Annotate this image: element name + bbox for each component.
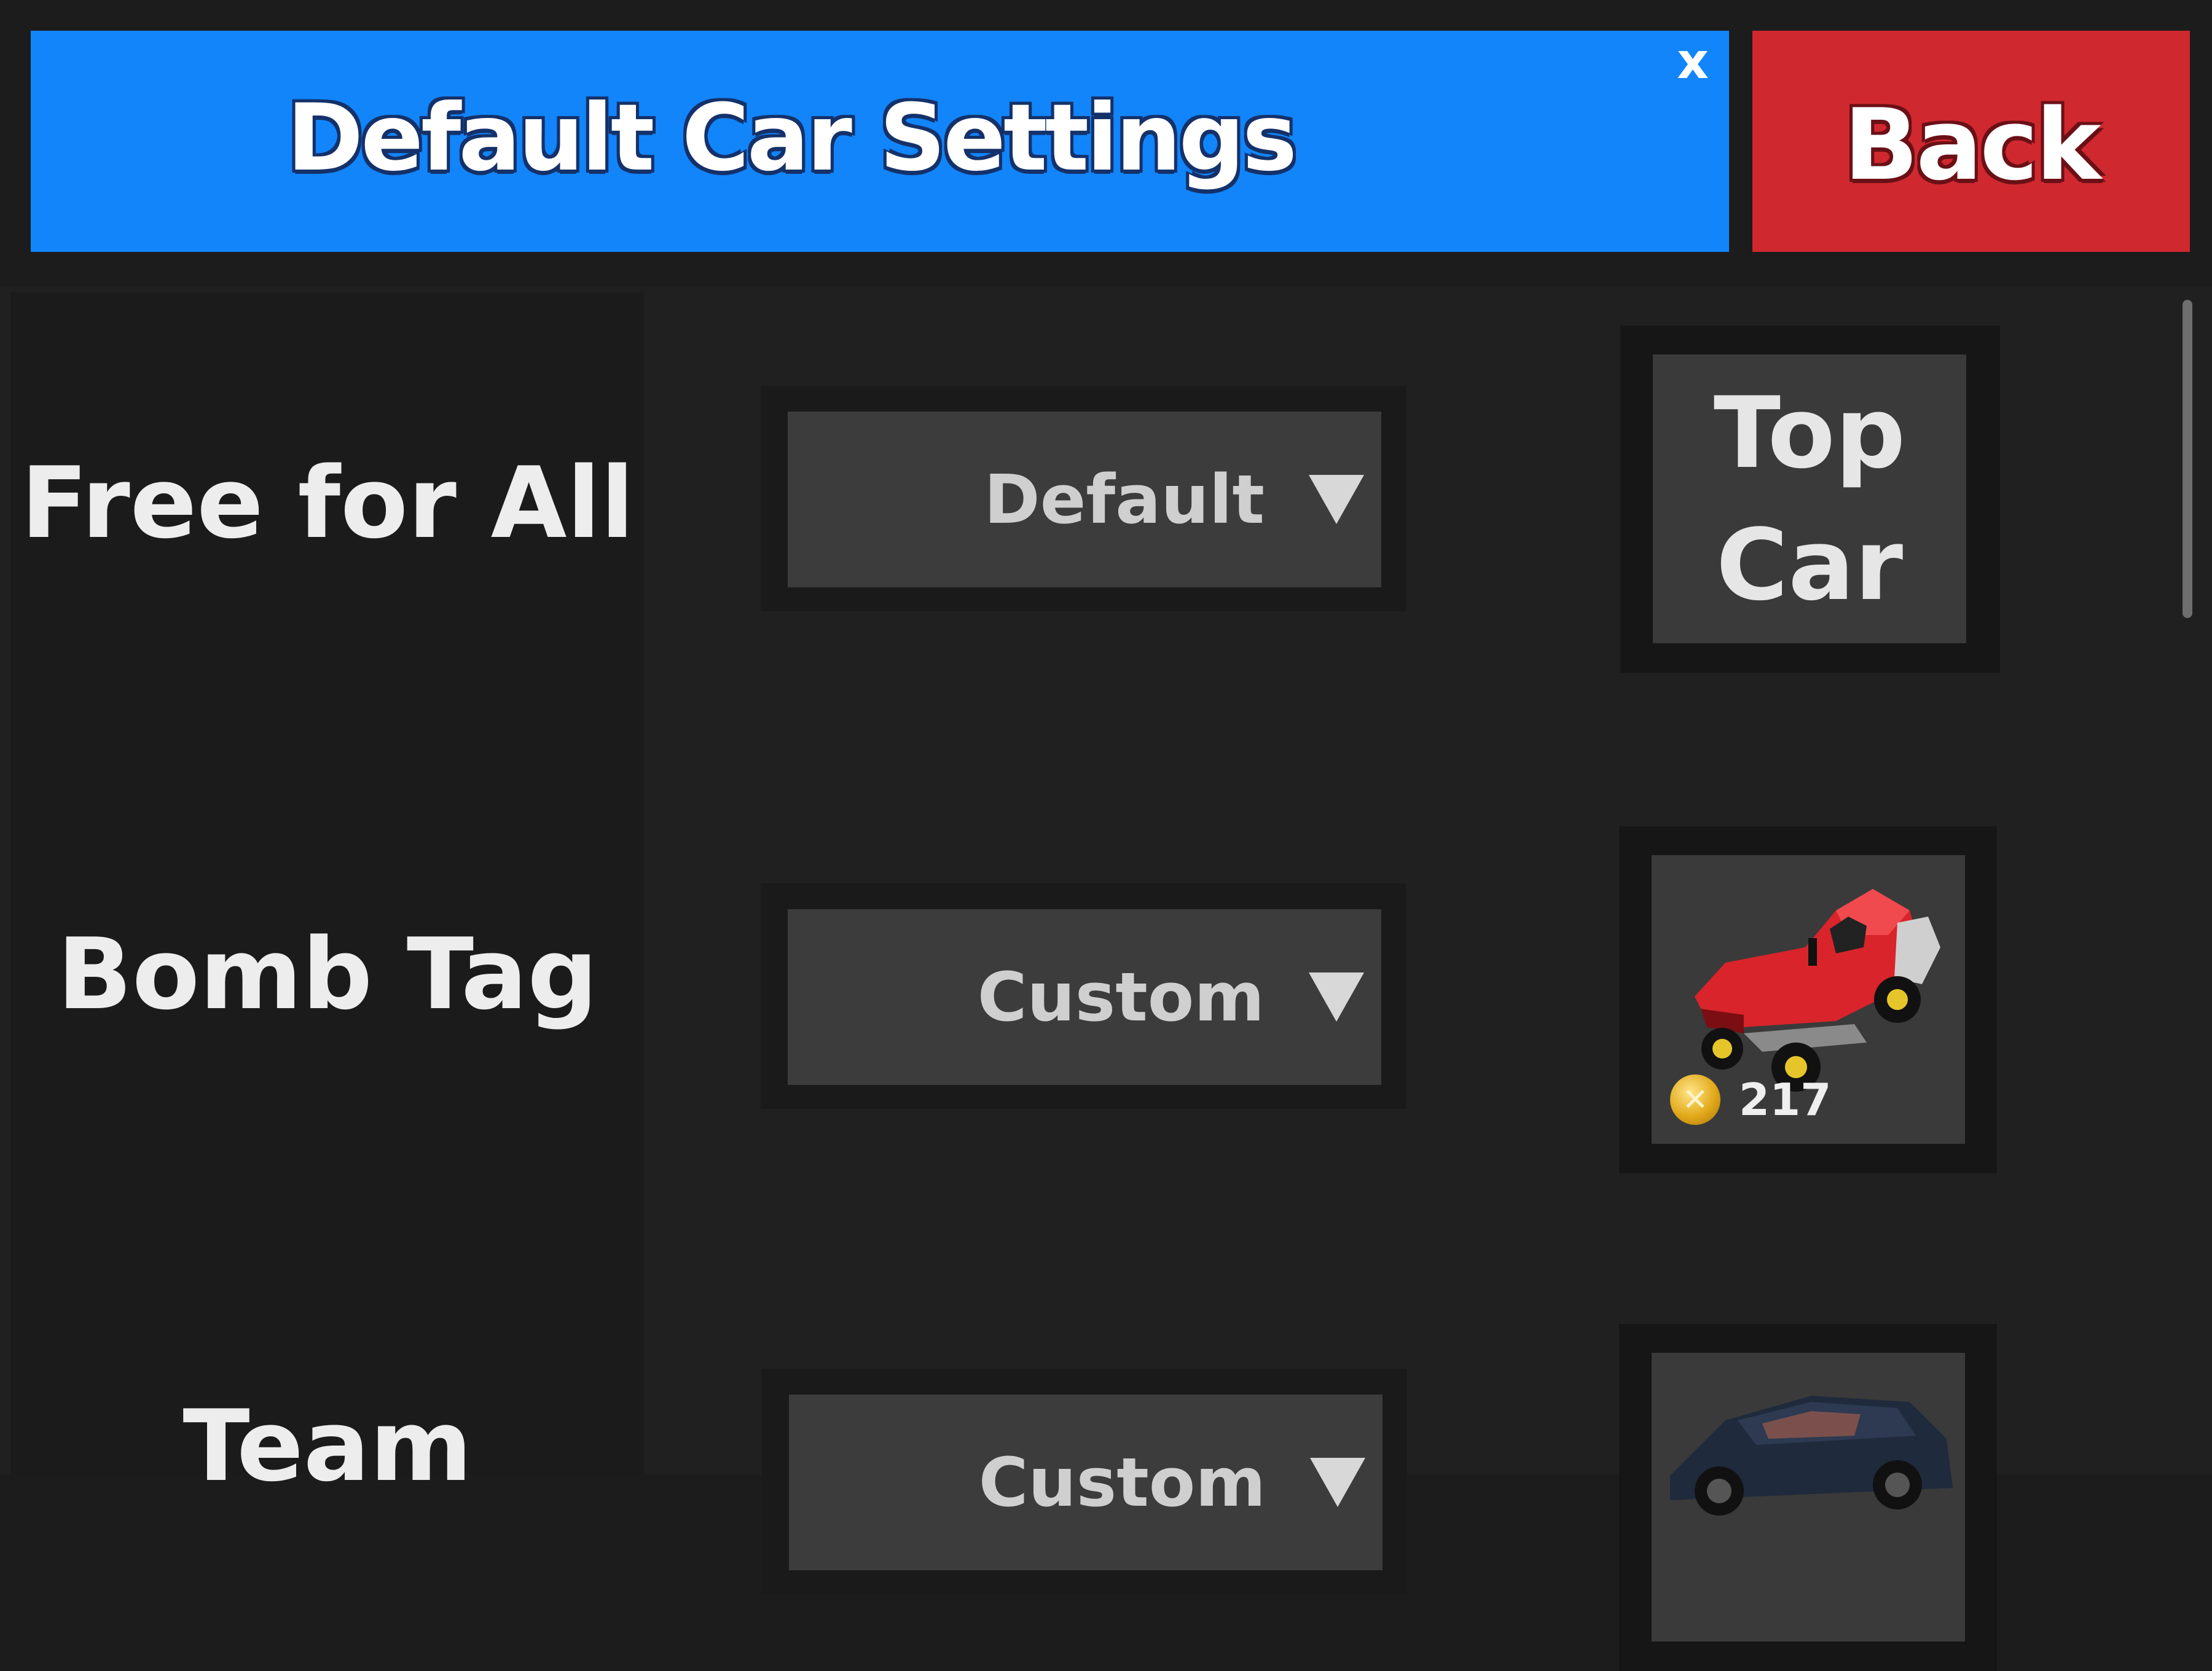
- mode-dropdown-frame: Default: [761, 386, 1406, 611]
- car-card-frame: [1619, 1324, 1997, 1671]
- dropdown-arrow-icon: [1309, 475, 1364, 524]
- page-title: Default Car Settings: [286, 85, 1297, 192]
- coin-icon: ✕: [1670, 1074, 1720, 1125]
- car-card-frame: ✕ 217: [1619, 826, 1997, 1173]
- mode-dropdown-bomb-tag[interactable]: Custom: [788, 909, 1381, 1085]
- mode-dropdown-free-for-all[interactable]: Default: [788, 412, 1381, 587]
- mode-label-bomb-tag: Bomb Tag: [57, 917, 598, 1031]
- title-bar: Default Car Settings x: [31, 31, 1729, 252]
- top-car-label: Top Car: [1653, 354, 1966, 643]
- coin-amount: 217: [1739, 1074, 1832, 1125]
- mode-label-free-for-all: Free for All: [20, 445, 635, 560]
- coin-cost: ✕ 217: [1670, 1074, 1831, 1125]
- mode-dropdown-team[interactable]: Custom: [789, 1395, 1382, 1570]
- scrollbar[interactable]: [2183, 300, 2192, 618]
- top-car-line-1: Top: [1713, 375, 1906, 490]
- dropdown-value: Default: [984, 460, 1265, 539]
- dropdown-arrow-icon: [1309, 972, 1364, 1022]
- dropdown-value: Custom: [977, 958, 1265, 1036]
- mode-dropdown-frame: Custom: [762, 1369, 1407, 1594]
- mode-label-team: Team: [182, 1388, 473, 1503]
- back-button[interactable]: Back: [1752, 31, 2190, 252]
- close-icon[interactable]: x: [1665, 33, 1720, 90]
- dropdown-arrow-icon: [1310, 1458, 1365, 1507]
- top-car-card[interactable]: Top Car: [1653, 354, 1966, 643]
- car-card-frame: Top Car: [1620, 326, 2000, 673]
- dark-blue-suv-icon: [1670, 1396, 1953, 1516]
- bomb-tag-car-card[interactable]: ✕ 217: [1652, 855, 1965, 1144]
- dropdown-value: Custom: [978, 1443, 1266, 1522]
- top-car-line-2: Car: [1716, 507, 1904, 622]
- team-car-card[interactable]: [1652, 1353, 1965, 1642]
- mode-dropdown-frame: Custom: [761, 883, 1406, 1109]
